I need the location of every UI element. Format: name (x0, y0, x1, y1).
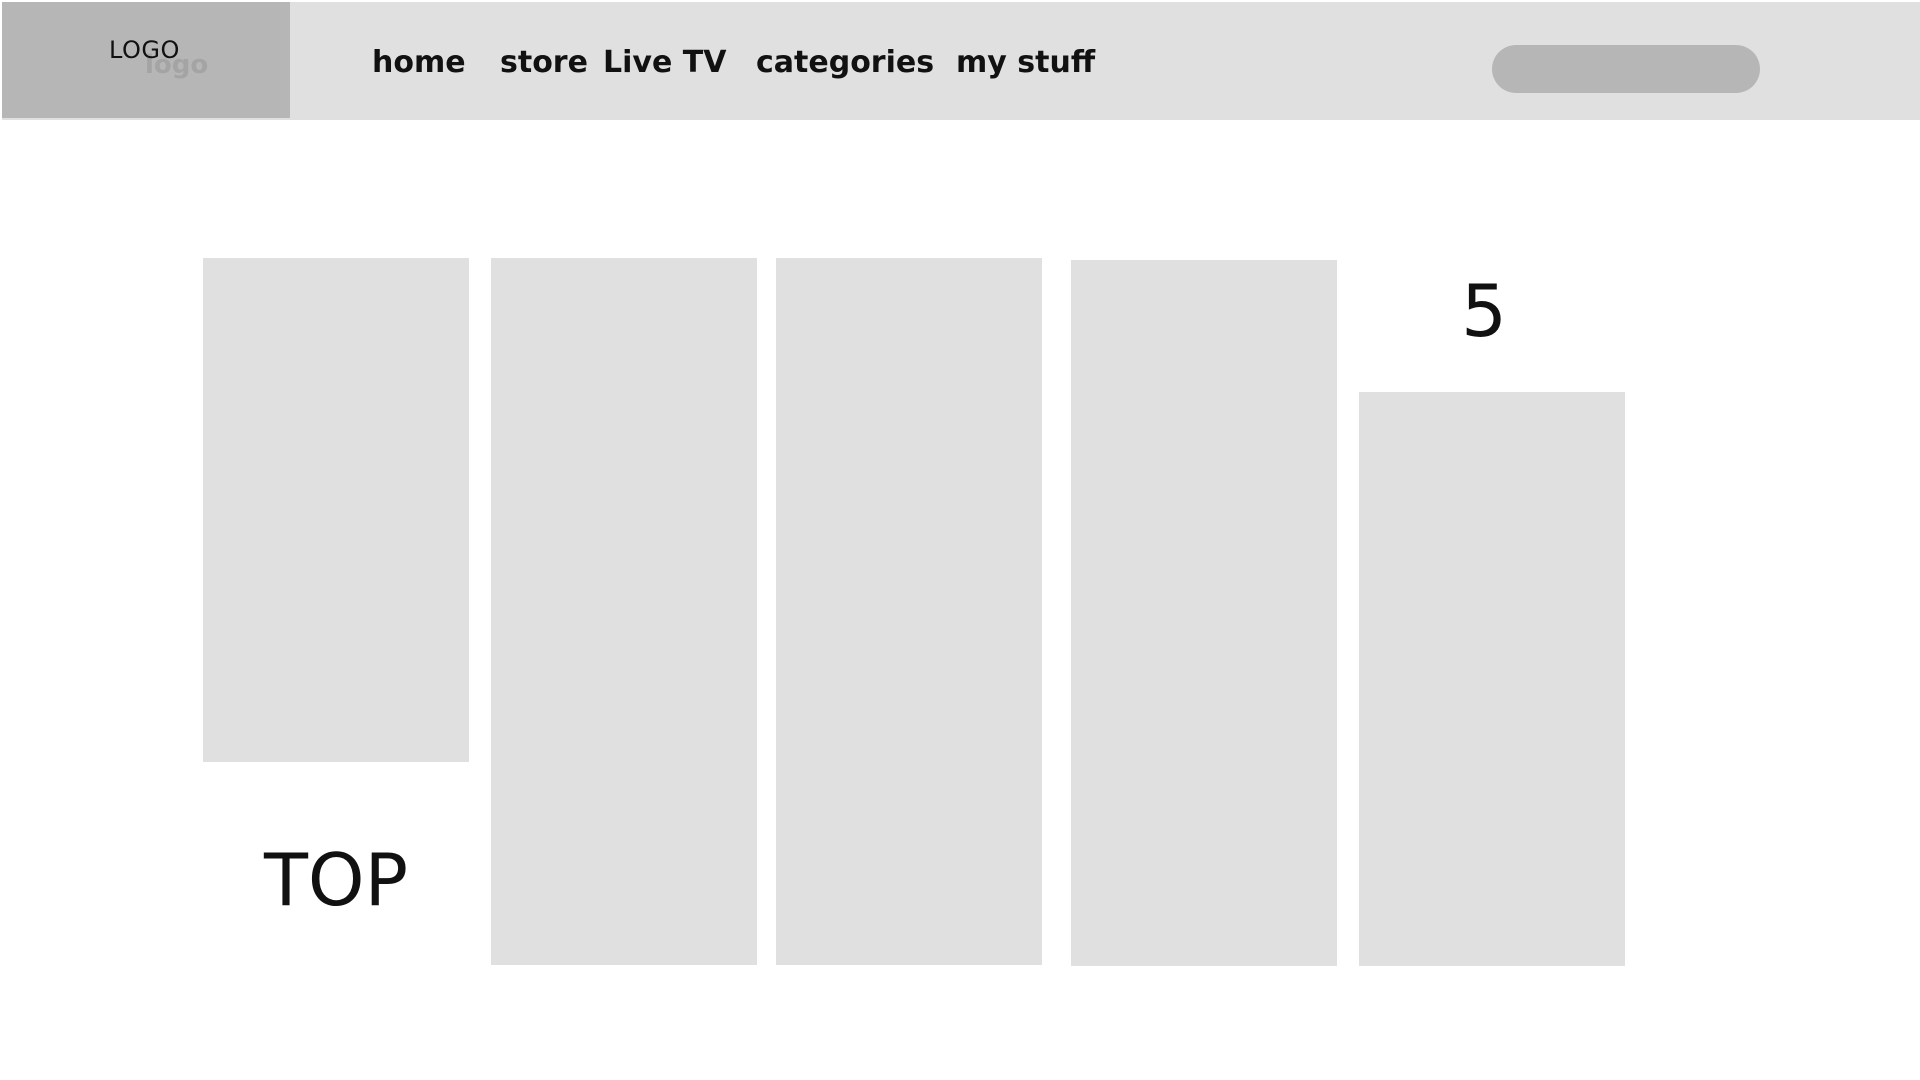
nav-my-stuff[interactable]: my stuff (956, 43, 1095, 83)
nav-store[interactable]: store (500, 43, 588, 83)
nav-categories[interactable]: categories (756, 43, 934, 83)
content-tile-4[interactable] (1071, 260, 1337, 966)
content-tile-5[interactable] (1359, 392, 1625, 966)
nav-home[interactable]: home (372, 43, 466, 83)
top-nav-bar: logo LOGO home store Live TV categories … (2, 2, 1920, 120)
content-tile-1[interactable] (203, 258, 469, 762)
rank-label: 5 (1461, 269, 1507, 353)
content-tile-2[interactable] (491, 258, 757, 965)
top-label: TOP (263, 838, 409, 922)
content-tile-3[interactable] (776, 258, 1042, 965)
nav-live-tv[interactable]: Live TV (603, 43, 726, 83)
logo-text: LOGO (109, 36, 180, 64)
logo[interactable]: logo LOGO (2, 2, 290, 118)
page: logo LOGO home store Live TV categories … (0, 0, 1920, 1080)
search-input[interactable] (1492, 45, 1760, 93)
